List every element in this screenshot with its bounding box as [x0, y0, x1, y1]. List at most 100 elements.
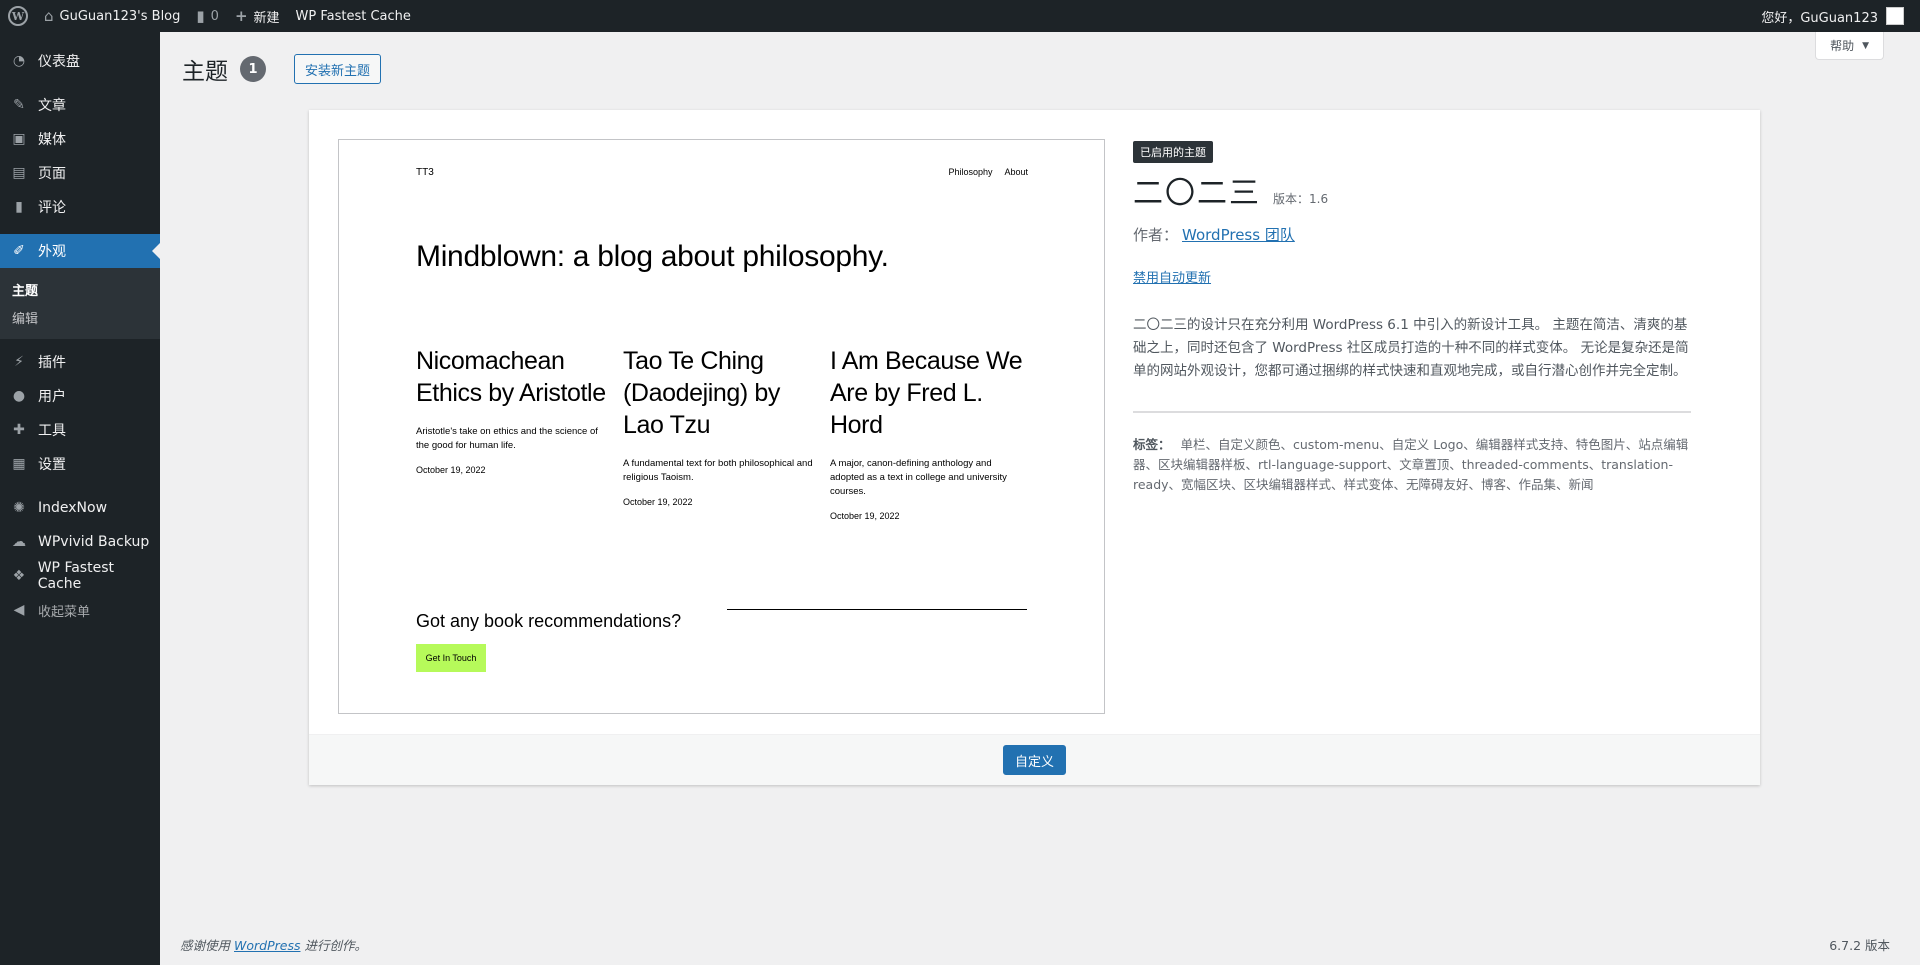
- menu-users[interactable]: ● 用户: [0, 379, 160, 413]
- menu-label: WPvivid Backup: [38, 534, 150, 550]
- menu-dashboard[interactable]: ◔ 仪表盘: [0, 44, 160, 78]
- preview-post: Nicomachean Ethics by Aristotle Aristotl…: [416, 345, 611, 475]
- menu-label: 仪表盘: [38, 54, 80, 70]
- menu-label: WP Fastest Cache: [37, 560, 114, 592]
- active-theme-badge: 已启用的主题: [1133, 141, 1213, 163]
- new-content-menu[interactable]: + 新建: [227, 0, 288, 32]
- preview-post-date: October 19, 2022: [623, 497, 693, 507]
- theme-name-row: 二〇二三 版本：1.6: [1133, 168, 1691, 212]
- preview-hero-heading: Mindblown: a blog about philosophy.: [416, 240, 889, 273]
- theme-actions: 自定义: [309, 734, 1760, 785]
- plugin-icon: ⚡: [14, 354, 24, 370]
- wordpress-logo-icon: W: [8, 6, 28, 26]
- collapse-label: 收起菜单: [38, 604, 91, 620]
- submenu-editor[interactable]: 编辑: [0, 303, 160, 331]
- chevron-down-icon: ▼: [1862, 40, 1869, 51]
- menu-settings[interactable]: ▦ 设置: [0, 447, 160, 481]
- site-name-link[interactable]: ⌂ GuGuan123's Blog: [36, 0, 188, 32]
- menu-pages[interactable]: ▤ 页面: [0, 156, 160, 190]
- dashboard-icon: ◔: [12, 53, 26, 69]
- theme-info: 已启用的主题 二〇二三 版本：1.6 作者： WordPress 团队 禁用自动更…: [1133, 141, 1691, 495]
- collapse-arrow-icon: ◀: [13, 602, 25, 618]
- menu-wpvivid-backup[interactable]: ☁ WPvivid Backup: [0, 525, 160, 559]
- admin-bar: W ⌂ GuGuan123's Blog ▮ 0 + 新建 WP Fastest…: [0, 0, 1920, 32]
- submenu-themes[interactable]: 主题: [0, 275, 160, 303]
- menu-label: 媒体: [38, 132, 66, 148]
- wrench-icon: ✚: [13, 422, 25, 438]
- home-icon: ⌂: [44, 7, 54, 25]
- help-tab-button[interactable]: 帮助 ▼: [1815, 32, 1884, 60]
- preview-post-excerpt: Aristotle's take on ethics and the scien…: [416, 426, 598, 451]
- admin-sidebar: ◔ 仪表盘 ✎ 文章 ▣ 媒体 ▤ 页面 ▮ 评论 ✐ 外观 主题 编辑 ⚡ 插…: [0, 32, 160, 965]
- menu-indexnow[interactable]: ✺ IndexNow: [0, 491, 160, 525]
- preview-post-title: Tao Te Ching (Daodejing) by Lao Tzu: [623, 347, 780, 439]
- menu-label: 设置: [38, 457, 66, 473]
- customize-button[interactable]: 自定义: [1002, 745, 1066, 775]
- menu-comments[interactable]: ▮ 评论: [0, 190, 160, 224]
- preview-cta-button: Get In Touch: [416, 644, 486, 672]
- theme-tags: 标签： 单栏、自定义颜色、custom-menu、自定义 Logo、编辑器样式支持…: [1133, 435, 1691, 495]
- preview-post-title: Nicomachean Ethics by Aristotle: [416, 347, 606, 407]
- preview-site-title: TT3: [416, 167, 434, 178]
- menu-label: 文章: [38, 98, 66, 114]
- media-icon: ▣: [12, 131, 26, 147]
- preview-post-date: October 19, 2022: [830, 511, 900, 521]
- menu-plugins[interactable]: ⚡ 插件: [0, 345, 160, 379]
- wp-fastest-cache-menu[interactable]: WP Fastest Cache: [288, 0, 419, 32]
- menu-tools[interactable]: ✚ 工具: [0, 413, 160, 447]
- menu-label: 工具: [38, 423, 66, 439]
- my-account-menu[interactable]: 您好，GuGuan123: [1753, 0, 1912, 32]
- footer-version: 6.7.2 版本: [1829, 938, 1890, 953]
- menu-label: 插件: [38, 355, 66, 371]
- add-new-theme-button[interactable]: 安装新主题: [294, 54, 382, 84]
- preview-post-excerpt: A fundamental text for both philosophica…: [623, 458, 813, 483]
- preview-divider: [727, 609, 1027, 610]
- page-title: 主题: [182, 59, 228, 85]
- theme-count-badge: 1: [240, 56, 266, 82]
- comments-count: 0: [210, 8, 219, 24]
- wp-fastest-cache-label: WP Fastest Cache: [295, 8, 411, 24]
- menu-posts[interactable]: ✎ 文章: [0, 88, 160, 122]
- user-icon: ●: [12, 388, 26, 404]
- footer-thanks: 感谢使用 WordPress 进行创作。: [180, 935, 367, 954]
- theme-name: 二〇二三: [1133, 176, 1261, 211]
- collapse-menu-button[interactable]: ◀ 收起菜单: [0, 593, 160, 627]
- user-greeting: 您好，GuGuan123: [1761, 10, 1878, 26]
- menu-label: 用户: [38, 389, 66, 405]
- appearance-submenu: 主题 编辑: [0, 268, 160, 339]
- preview-nav-item: About: [1004, 167, 1028, 177]
- new-content-label: 新建: [253, 10, 280, 26]
- comment-bubble-icon: ▮: [196, 7, 205, 25]
- plus-icon: +: [234, 7, 248, 25]
- theme-version: 版本：1.6: [1273, 192, 1329, 206]
- preview-nav-item: Philosophy: [948, 167, 993, 177]
- preview-post-date: October 19, 2022: [416, 465, 486, 475]
- menu-appearance[interactable]: ✐ 外观: [0, 234, 160, 268]
- tags-label: 标签：: [1133, 437, 1171, 452]
- author-link[interactable]: WordPress 团队: [1182, 226, 1295, 244]
- theme-overlay: TT3 Philosophy About Mindblown: a blog a…: [309, 110, 1760, 785]
- menu-label: IndexNow: [38, 500, 108, 516]
- menu-media[interactable]: ▣ 媒体: [0, 122, 160, 156]
- preview-post: I Am Because We Are by Fred L. Hord A ma…: [830, 345, 1025, 521]
- preview-cta-heading: Got any book recommendations?: [416, 611, 682, 631]
- cheetah-icon: ❖: [12, 568, 26, 584]
- menu-label: 页面: [38, 166, 66, 182]
- footer-thanks-prefix: 感谢使用: [180, 938, 231, 953]
- main-content: 帮助 ▼ 主题 1 安装新主题 TT3 Philosophy About Min…: [160, 32, 1920, 965]
- preview-post-excerpt: A major, canon-defining anthology and ad…: [830, 458, 1007, 497]
- site-name: GuGuan123's Blog: [59, 8, 181, 24]
- preview-nav: Philosophy About: [948, 167, 1028, 177]
- gear-icon: ✺: [13, 500, 25, 516]
- avatar: [1886, 7, 1904, 25]
- theme-screenshot: TT3 Philosophy About Mindblown: a blog a…: [338, 139, 1105, 714]
- disable-auto-update-link[interactable]: 禁用自动更新: [1133, 267, 1211, 286]
- menu-wp-fastest-cache[interactable]: ❖ WP Fastest Cache: [0, 559, 160, 593]
- wordpress-link[interactable]: WordPress: [234, 938, 300, 953]
- tags-list: 单栏、自定义颜色、custom-menu、自定义 Logo、编辑器样式支持、特色…: [1133, 437, 1689, 492]
- comment-icon: ▮: [15, 199, 23, 215]
- comments-link[interactable]: ▮ 0: [188, 0, 227, 32]
- wp-logo-menu[interactable]: W: [0, 0, 36, 32]
- author-prefix: 作者：: [1133, 226, 1179, 244]
- theme-description: 二〇二三的设计只在充分利用 WordPress 6.1 中引入的新设计工具。 主…: [1133, 314, 1691, 413]
